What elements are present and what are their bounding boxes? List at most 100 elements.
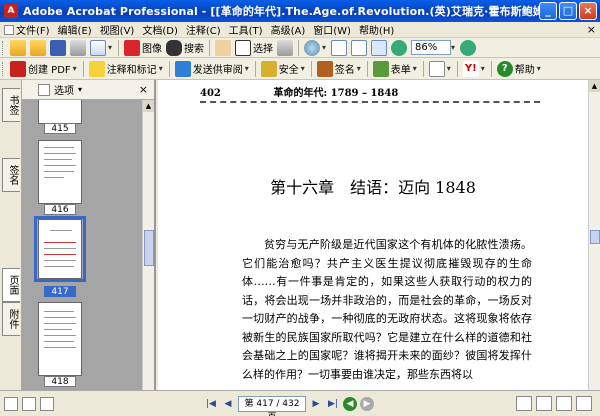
page-thumbnail-selected[interactable] bbox=[38, 219, 82, 279]
fit-page-icon[interactable] bbox=[351, 39, 368, 56]
display-icon[interactable] bbox=[40, 396, 54, 411]
previous-page-icon[interactable]: ◀ bbox=[221, 397, 235, 411]
options-button[interactable]: 选项 bbox=[54, 82, 74, 97]
comment-icon bbox=[88, 60, 105, 77]
toolbar-grip[interactable] bbox=[2, 40, 5, 55]
chevron-down-icon[interactable]: ▾ bbox=[537, 64, 541, 73]
menu-view[interactable]: 视图(V) bbox=[96, 22, 139, 37]
scroll-thumb[interactable] bbox=[590, 230, 600, 244]
chevron-down-icon[interactable]: ▾ bbox=[481, 64, 485, 73]
zoom-plus-icon[interactable] bbox=[460, 39, 477, 56]
organizer-icon[interactable] bbox=[30, 39, 46, 56]
create-pdf-button[interactable]: 创建 PDF bbox=[28, 61, 71, 76]
layout-icon[interactable] bbox=[22, 396, 36, 411]
separator bbox=[168, 60, 170, 77]
next-view-icon[interactable]: ▶ bbox=[360, 397, 374, 411]
menu-help[interactable]: 帮助(H) bbox=[355, 22, 398, 37]
minimize-button[interactable]: _ bbox=[539, 2, 557, 20]
scroll-up-icon[interactable]: ▲ bbox=[143, 100, 154, 112]
chevron-down-icon[interactable]: ▾ bbox=[447, 64, 451, 73]
chevron-down-icon[interactable]: ▾ bbox=[413, 64, 417, 73]
actual-size-icon[interactable] bbox=[331, 39, 348, 56]
snapshot-icon[interactable] bbox=[277, 39, 294, 56]
yahoo-icon[interactable]: Y! bbox=[462, 60, 479, 77]
menu-window[interactable]: 窗口(W) bbox=[309, 22, 355, 37]
scroll-up-icon[interactable]: ▲ bbox=[589, 80, 600, 92]
menu-bar: 文件(F) 编辑(E) 视图(V) 文档(D) 注释(C) 工具(T) 高级(A… bbox=[0, 22, 600, 38]
chevron-down-icon[interactable]: ▾ bbox=[301, 64, 305, 73]
zoom-out-icon[interactable] bbox=[391, 39, 408, 56]
close-button[interactable]: × bbox=[579, 2, 597, 20]
sign-button[interactable]: 签名 bbox=[335, 61, 355, 76]
paragraph: 贫穷与无产阶级是近代国家这个有机体的化脓性溃疡。它们能治愈吗？共产主义医生提议彻… bbox=[242, 238, 532, 381]
chevron-down-icon[interactable]: ▾ bbox=[357, 64, 361, 73]
search-button[interactable]: 搜索 bbox=[184, 40, 204, 55]
lock-icon bbox=[260, 60, 277, 77]
scroll-thumb[interactable] bbox=[144, 230, 154, 266]
first-page-icon[interactable]: |◀ bbox=[204, 397, 218, 411]
photoshop-icon[interactable] bbox=[124, 39, 141, 56]
page-icon[interactable] bbox=[428, 60, 445, 77]
search-icon[interactable] bbox=[166, 39, 183, 56]
menu-edit[interactable]: 编辑(E) bbox=[54, 22, 96, 37]
menu-file[interactable]: 文件(F) bbox=[0, 22, 54, 37]
comment-markup-button[interactable]: 注释和标记 bbox=[107, 61, 157, 76]
document-close-button[interactable]: × bbox=[587, 23, 596, 36]
select-tool-icon[interactable] bbox=[235, 39, 252, 56]
zoom-level-input[interactable]: 86% bbox=[411, 40, 452, 55]
page-thumbnail[interactable] bbox=[38, 100, 82, 124]
tab-attachments[interactable]: 附件 bbox=[2, 302, 20, 336]
panel-close-button[interactable]: × bbox=[139, 83, 148, 96]
open-folder-icon[interactable] bbox=[10, 39, 26, 56]
image-label[interactable]: 图像 bbox=[142, 40, 162, 55]
toolbar-grip[interactable] bbox=[2, 61, 5, 76]
tab-signatures[interactable]: 签名 bbox=[2, 158, 20, 192]
chevron-down-icon[interactable]: ▾ bbox=[73, 64, 77, 73]
thumbnail-label: 418 bbox=[44, 376, 76, 387]
toolbar-file: ▾ 图像 搜索 选择 ▾ 86% ▾ bbox=[0, 38, 600, 58]
single-page-icon[interactable] bbox=[516, 396, 532, 411]
pages-panel: 选项 ▾ × 415 416 417 418 ▲ bbox=[22, 80, 156, 390]
fit-width-icon[interactable] bbox=[371, 39, 388, 56]
hand-tool-icon[interactable] bbox=[215, 39, 232, 56]
menu-advanced[interactable]: 高级(A) bbox=[267, 22, 310, 37]
menu-comments[interactable]: 注释(C) bbox=[182, 22, 225, 37]
maximize-button[interactable]: □ bbox=[559, 2, 577, 20]
page-thumbnail[interactable] bbox=[38, 140, 82, 204]
chevron-down-icon[interactable]: ▾ bbox=[322, 43, 326, 52]
continuous-icon[interactable] bbox=[536, 396, 552, 411]
facing-icon[interactable] bbox=[556, 396, 572, 411]
next-page-icon[interactable]: ▶ bbox=[309, 397, 323, 411]
send-review-button[interactable]: 发送供审阅 bbox=[193, 61, 243, 76]
print-icon[interactable] bbox=[70, 39, 86, 56]
chevron-down-icon[interactable]: ▾ bbox=[451, 43, 455, 52]
separator bbox=[490, 60, 492, 77]
zoom-in-icon[interactable] bbox=[304, 39, 321, 56]
page-navigation: |◀ ◀ 第 417 / 432 页 ▶ ▶| ◀ ▶ bbox=[204, 396, 374, 416]
chevron-down-icon[interactable]: ▾ bbox=[78, 85, 82, 94]
select-button[interactable]: 选择 bbox=[253, 40, 273, 55]
continuous-facing-icon[interactable] bbox=[576, 396, 592, 411]
page-thumbnail[interactable] bbox=[38, 302, 82, 376]
chevron-down-icon[interactable]: ▾ bbox=[245, 64, 249, 73]
tab-bookmarks[interactable]: 书签 bbox=[2, 88, 20, 122]
page-size-icon[interactable] bbox=[4, 396, 18, 411]
chevron-down-icon[interactable]: ▾ bbox=[108, 43, 112, 52]
menu-document[interactable]: 文档(D) bbox=[138, 22, 182, 37]
help-button[interactable]: 帮助 bbox=[515, 61, 535, 76]
previous-view-icon[interactable]: ◀ bbox=[343, 397, 357, 411]
tab-pages[interactable]: 页面 bbox=[2, 268, 20, 302]
email-icon[interactable] bbox=[90, 39, 106, 56]
secure-button[interactable]: 安全 bbox=[279, 61, 299, 76]
menu-tools[interactable]: 工具(T) bbox=[225, 22, 267, 37]
panel-scrollbar[interactable]: ▲ bbox=[142, 100, 154, 390]
document-view[interactable]: 402 革命的年代: 1789 – 1848 第十六章 结语：迈向 1848 贫… bbox=[158, 80, 588, 390]
panel-header: 选项 ▾ × bbox=[22, 80, 154, 100]
separator bbox=[456, 60, 458, 77]
forms-button[interactable]: 表单 bbox=[391, 61, 411, 76]
chevron-down-icon[interactable]: ▾ bbox=[159, 64, 163, 73]
last-page-icon[interactable]: ▶| bbox=[326, 397, 340, 411]
save-icon[interactable] bbox=[50, 39, 66, 56]
document-scrollbar[interactable]: ▲ bbox=[588, 80, 600, 390]
page-number-field[interactable]: 第 417 / 432 页 bbox=[238, 396, 306, 416]
